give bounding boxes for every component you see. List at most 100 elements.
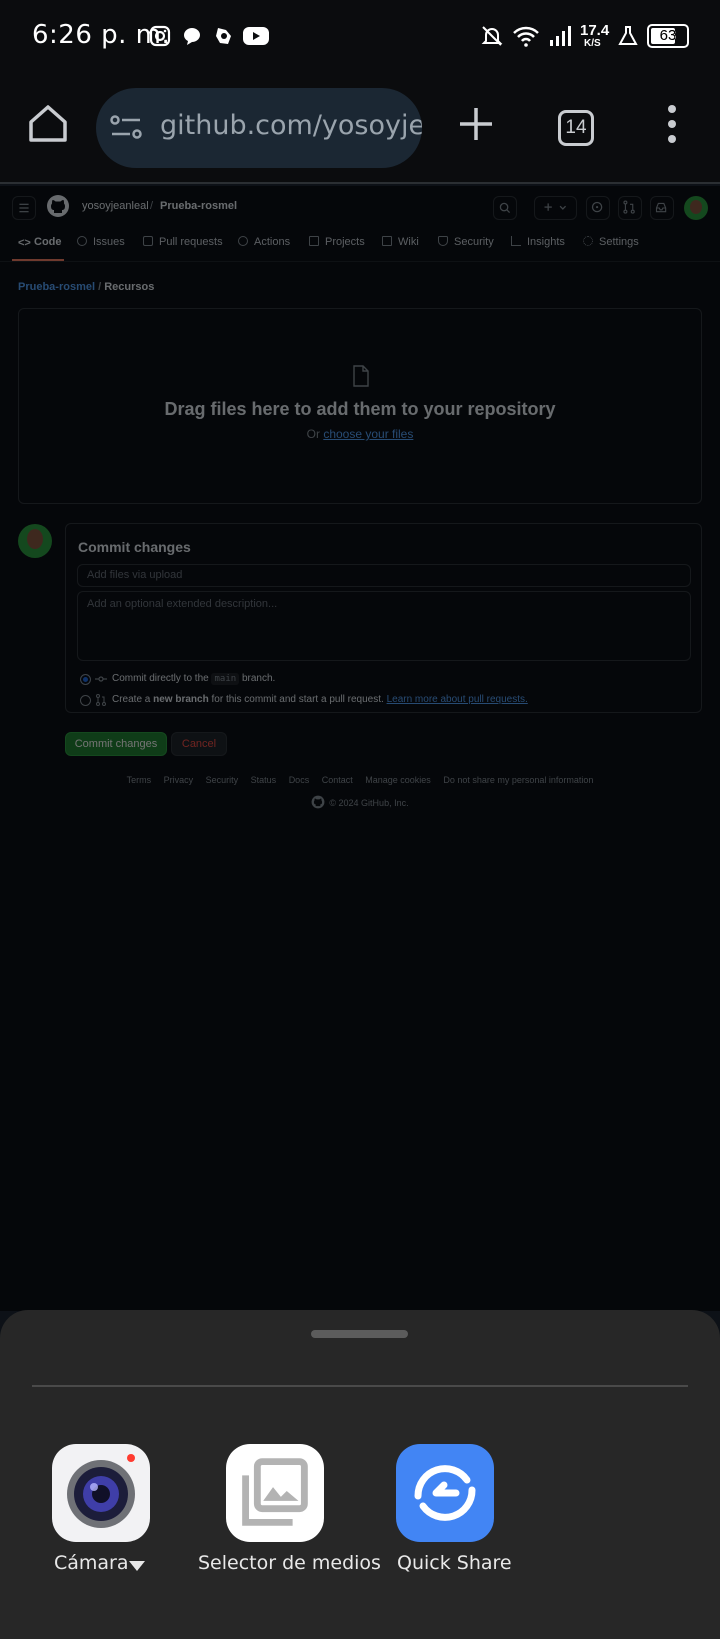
repo-separator: /: [150, 200, 154, 212]
search-button[interactable]: [493, 196, 517, 220]
drag-handle[interactable]: [311, 1330, 408, 1338]
footer-link-docs[interactable]: Docs: [289, 775, 310, 785]
breadcrumb-separator: /: [95, 281, 105, 293]
gallery-icon: [226, 1444, 324, 1542]
footer-link-terms[interactable]: Terms: [127, 775, 152, 785]
breadcrumb: Prueba-rosmel / Recursos: [18, 281, 154, 293]
share-sheet: Cámara Selector de medios Quick Share: [0, 1310, 720, 1639]
site-settings-icon[interactable]: [110, 112, 144, 144]
github-logo-icon[interactable]: [46, 194, 70, 218]
pull-request-icon: [143, 236, 153, 246]
repo-name[interactable]: Prueba-rosmel: [160, 200, 237, 212]
footer-link-security[interactable]: Security: [206, 775, 239, 785]
tab-code[interactable]: <> Code: [18, 236, 62, 249]
commit-changes-button[interactable]: Commit changes: [65, 732, 167, 756]
footer-link-privacy[interactable]: Privacy: [164, 775, 194, 785]
footer-link-do-not-share[interactable]: Do not share my personal information: [443, 775, 593, 785]
status-bar: 6:26 p. m. 17.4 K/S 63: [0, 0, 720, 72]
app-notification-icon: [216, 28, 231, 44]
commit-description-input[interactable]: Add an optional extended description...: [77, 591, 691, 661]
url-text: github.com/yosoyjeanleal/Prueba-rosmel: [160, 110, 422, 141]
notifications-muted-icon: [481, 26, 503, 46]
github-header: yosoyjeanleal / Prueba-rosmel: [0, 186, 720, 226]
more-options-icon[interactable]: [660, 102, 684, 146]
user-avatar[interactable]: [684, 196, 708, 220]
battery: 63: [647, 24, 689, 48]
quick-share-icon: [396, 1444, 494, 1542]
commit-direct-label: Commit directly to the main branch.: [112, 673, 276, 685]
wifi-icon: [513, 26, 539, 47]
footer-links: Terms Privacy Security Status Docs Conta…: [0, 775, 720, 785]
commit-summary-input[interactable]: Add files via upload: [77, 564, 691, 587]
play-icon: [238, 236, 248, 246]
camera-icon: [52, 1444, 150, 1542]
tab-switcher-button[interactable]: 14: [558, 110, 594, 146]
net-speed-value: 17.4: [580, 22, 610, 39]
tab-issues[interactable]: Issues: [77, 236, 125, 248]
app-label-quick-share: Quick Share: [397, 1552, 512, 1574]
tab-security[interactable]: Security: [438, 236, 494, 248]
pull-request-icon: [623, 200, 635, 214]
inbox-button[interactable]: [650, 196, 674, 220]
issue-icon: [77, 236, 87, 246]
new-tab-icon[interactable]: [456, 104, 496, 144]
tab-settings[interactable]: Settings: [583, 236, 639, 248]
github-mark-icon: [311, 795, 325, 809]
footer-link-status[interactable]: Status: [251, 775, 277, 785]
active-tab-indicator: [12, 259, 64, 261]
committer-avatar: [18, 524, 52, 558]
footer-copyright: © 2024 GitHub, Inc.: [0, 795, 720, 809]
screen: 6:26 p. m. 17.4 K/S 63 github.com/yosoyj…: [0, 0, 720, 1639]
tab-insights[interactable]: Insights: [511, 236, 565, 248]
pull-requests-button[interactable]: [618, 196, 642, 220]
commit-title: Commit changes: [78, 539, 191, 555]
create-new-button[interactable]: [534, 196, 577, 220]
tab-pull-requests[interactable]: Pull requests: [143, 236, 223, 248]
menu-button[interactable]: [12, 196, 36, 220]
footer-link-contact[interactable]: Contact: [322, 775, 353, 785]
plus-dropdown-icon: [544, 203, 567, 211]
signal-icon: [550, 26, 571, 46]
net-speed-unit: K/S: [584, 38, 601, 49]
issues-button[interactable]: [586, 196, 610, 220]
new-branch-label: Create a new branch for this commit and …: [112, 694, 528, 705]
tab-projects[interactable]: Projects: [309, 236, 365, 248]
commit-form: Commit changes Add files via upload Add …: [65, 523, 702, 713]
tab-actions[interactable]: Actions: [238, 236, 290, 248]
graph-icon: [511, 236, 521, 246]
cancel-button[interactable]: Cancel: [171, 732, 227, 756]
repo-tabs: <> Code Issues Pull requests Actions Proj…: [0, 228, 720, 262]
url-bar[interactable]: github.com/yosoyjeanleal/Prueba-rosmel: [96, 88, 422, 168]
instagram-icon: [149, 25, 171, 47]
commit-direct-radio[interactable]: [80, 674, 91, 685]
choose-files-link[interactable]: choose your files: [323, 427, 413, 441]
code-icon: <>: [18, 237, 31, 249]
tab-wiki[interactable]: Wiki: [382, 236, 419, 248]
gear-icon: [583, 236, 593, 246]
battery-percent: 63: [659, 27, 677, 44]
learn-more-link[interactable]: Learn more about pull requests.: [387, 694, 528, 705]
lab-flask-icon: [618, 26, 638, 45]
new-branch-radio[interactable]: [80, 695, 91, 706]
branch-name: main: [211, 673, 240, 685]
pull-request-icon: [96, 694, 106, 706]
table-icon: [309, 236, 319, 246]
footer-link-cookies[interactable]: Manage cookies: [365, 775, 431, 785]
search-icon: [499, 202, 511, 214]
issue-icon: [591, 201, 603, 213]
inbox-icon: [655, 202, 667, 213]
file-drop-zone[interactable]: Drag files here to add them to your repo…: [18, 308, 702, 504]
book-icon: [382, 236, 392, 246]
sheet-divider: [32, 1385, 688, 1387]
repo-owner[interactable]: yosoyjeanleal: [82, 200, 149, 212]
drop-zone-subtitle: Or choose your files: [306, 427, 414, 441]
home-icon[interactable]: [26, 102, 70, 146]
file-icon: [353, 365, 369, 387]
breadcrumb-repo-link[interactable]: Prueba-rosmel: [18, 281, 95, 293]
browser-toolbar: github.com/yosoyjeanleal/Prueba-rosmel 1…: [0, 72, 720, 184]
drop-zone-title: Drag files here to add them to your repo…: [164, 399, 556, 419]
dropdown-arrow-icon[interactable]: [128, 1560, 146, 1572]
youtube-icon: [243, 27, 269, 45]
chat-bubble-icon: [184, 28, 200, 45]
shield-icon: [438, 236, 448, 246]
